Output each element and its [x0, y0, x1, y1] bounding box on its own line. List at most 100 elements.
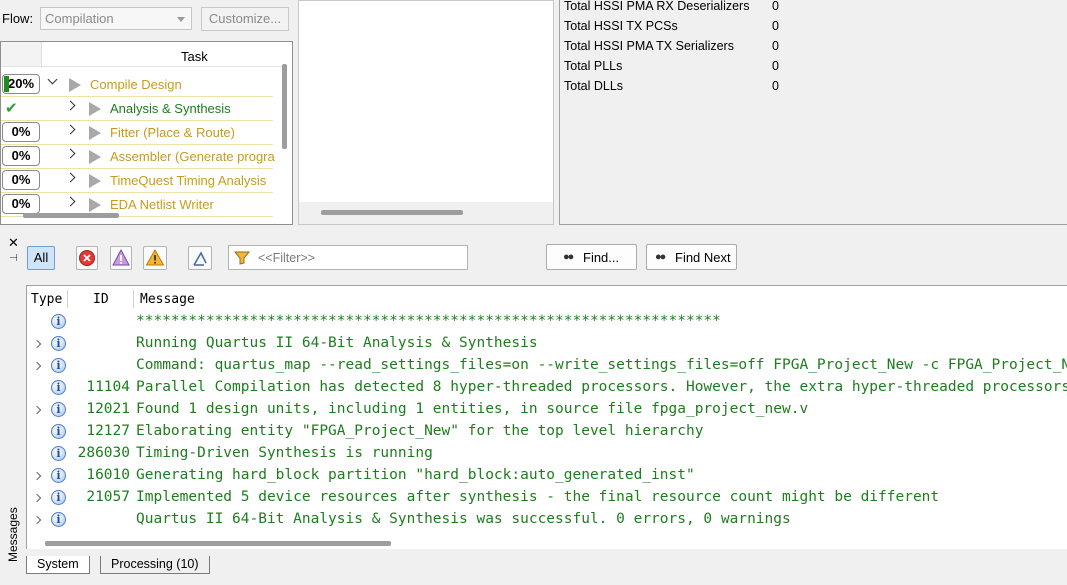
info-icon: i — [51, 314, 66, 329]
info-icon: i — [51, 468, 66, 483]
filter-critical-warnings-button[interactable] — [110, 246, 132, 270]
message-tabs: System Processing (10) — [26, 556, 426, 576]
find-next-button[interactable]: ●● Find Next — [646, 244, 737, 270]
pin-icon[interactable]: ⊣ — [9, 253, 18, 264]
find-button[interactable]: ●● Find... — [546, 244, 637, 270]
scrollbar-thumb[interactable] — [321, 210, 463, 215]
task-label: Analysis & Synthesis — [110, 101, 231, 116]
summary-value: 0 — [772, 19, 779, 33]
message-id: 16010 — [86, 467, 130, 483]
task-row-compile-design[interactable]: 20% Compile Design — [1, 72, 273, 97]
play-icon[interactable] — [89, 150, 101, 164]
chevron-right-icon[interactable] — [65, 172, 76, 183]
filter-placeholder: <<Filter>> — [258, 251, 315, 265]
message-filter-input[interactable]: <<Filter>> — [228, 245, 468, 270]
chevron-down-icon — [177, 17, 185, 22]
play-icon[interactable] — [89, 102, 101, 116]
message-row[interactable]: i 21057 Implemented 5 device resources a… — [27, 488, 1067, 510]
chevron-right-icon[interactable] — [65, 124, 76, 135]
task-label: Compile Design — [90, 77, 182, 92]
info-icon: i — [51, 446, 66, 461]
chevron-right-icon[interactable] — [65, 148, 76, 159]
summary-label: Total HSSI TX PCSs — [564, 19, 678, 33]
find-next-button-label: Find Next — [675, 250, 731, 265]
filter-suppressed-button[interactable] — [188, 246, 212, 270]
message-row[interactable]: i **************************************… — [27, 312, 1067, 334]
column-divider[interactable] — [133, 290, 134, 308]
center-horizontal-scrollbar[interactable] — [299, 202, 553, 224]
task-row-timequest[interactable]: 0% TimeQuest Timing Analysis — [1, 168, 273, 193]
chevron-right-icon[interactable] — [65, 100, 76, 111]
flow-label: Flow: — [2, 11, 34, 26]
chevron-right-icon[interactable] — [32, 471, 42, 481]
task-label: Fitter (Place & Route) — [110, 125, 235, 140]
task-header: Task — [1, 42, 286, 67]
play-icon[interactable] — [89, 174, 101, 188]
message-text: Quartus II 64-Bit Analysis & Synthesis w… — [136, 511, 791, 527]
flow-select[interactable]: Compilation — [40, 7, 192, 30]
task-row-fitter[interactable]: 0% Fitter (Place & Route) — [1, 120, 273, 145]
message-text: Running Quartus II 64-Bit Analysis & Syn… — [136, 335, 538, 351]
message-column-header[interactable]: Message — [140, 292, 195, 307]
progress-badge: 0% — [2, 146, 40, 166]
binoculars-icon: ●● — [655, 251, 666, 263]
chevron-right-icon[interactable] — [32, 405, 42, 415]
play-icon[interactable] — [89, 126, 101, 140]
summary-label: Total PLLs — [564, 59, 623, 73]
chevron-down-icon[interactable] — [47, 74, 58, 85]
message-row[interactable]: i 12127 Elaborating entity "FPGA_Project… — [27, 422, 1067, 444]
messages-side-strip: ✕ ⊣ Messages — [5, 235, 23, 571]
customize-button[interactable]: Customize... — [201, 7, 289, 31]
summary-panel: Total HSSI PMA RX Deserializers 0 Total … — [559, 0, 1067, 225]
message-row[interactable]: i Command: quartus_map --read_settings_f… — [27, 356, 1067, 378]
chevron-right-icon[interactable] — [32, 515, 42, 525]
message-text: ****************************************… — [136, 313, 721, 329]
message-horizontal-scrollbar[interactable] — [26, 537, 1067, 549]
progress-text: 0% — [11, 124, 31, 139]
message-row[interactable]: i 12021 Found 1 design units, including … — [27, 400, 1067, 422]
filter-warnings-button[interactable] — [143, 246, 167, 270]
center-panel — [298, 0, 554, 225]
message-row[interactable]: i 286030 Timing-Driven Synthesis is runn… — [27, 444, 1067, 466]
summary-value: 0 — [772, 79, 779, 93]
tab-system[interactable]: System — [26, 556, 90, 574]
chevron-right-icon[interactable] — [32, 339, 42, 349]
chevron-right-icon[interactable] — [32, 361, 42, 371]
message-list: Type ID Message i **********************… — [26, 285, 1067, 549]
chevron-right-icon[interactable] — [32, 493, 42, 503]
message-row[interactable]: i 11104 Parallel Compilation has detecte… — [27, 378, 1067, 400]
type-column-header[interactable]: Type — [31, 292, 62, 307]
task-row-analysis-synthesis[interactable]: ✔ Analysis & Synthesis — [1, 96, 273, 121]
flow-select-value: Compilation — [45, 11, 114, 26]
error-icon — [79, 250, 95, 266]
progress-text: 0% — [11, 148, 31, 163]
message-row[interactable]: i 16010 Generating hard_block partition … — [27, 466, 1067, 488]
chevron-right-icon[interactable] — [65, 196, 76, 207]
play-icon[interactable] — [89, 198, 101, 212]
message-id: 12021 — [86, 401, 130, 417]
find-button-label: Find... — [583, 250, 620, 265]
summary-label: Total HSSI PMA RX Deserializers — [564, 0, 750, 13]
tab-processing[interactable]: Processing (10) — [100, 556, 210, 574]
column-divider[interactable] — [67, 290, 68, 308]
filter-errors-button[interactable] — [76, 246, 98, 270]
task-row-assembler[interactable]: 0% Assembler (Generate progra — [1, 144, 275, 169]
message-row[interactable]: i Quartus II 64-Bit Analysis & Synthesis… — [27, 510, 1067, 532]
task-vertical-scrollbar[interactable] — [282, 64, 287, 149]
filter-all-button[interactable]: All — [27, 246, 55, 270]
status-column-header — [1, 42, 42, 66]
close-icon[interactable]: ✕ — [8, 235, 19, 251]
summary-label: Total HSSI PMA TX Serializers — [564, 39, 734, 53]
info-icon: i — [51, 424, 66, 439]
id-column-header[interactable]: ID — [93, 292, 109, 307]
scrollbar-thumb[interactable] — [45, 541, 391, 546]
binoculars-icon: ●● — [563, 251, 574, 263]
summary-value: 0 — [772, 39, 779, 53]
task-label: TimeQuest Timing Analysis — [110, 173, 267, 188]
info-icon: i — [51, 358, 66, 373]
message-id: 286030 — [77, 445, 130, 461]
message-row[interactable]: i Running Quartus II 64-Bit Analysis & S… — [27, 334, 1067, 356]
play-icon[interactable] — [69, 78, 81, 92]
message-text: Command: quartus_map --read_settings_fil… — [136, 357, 1067, 373]
task-horizontal-scrollbar[interactable] — [23, 213, 119, 218]
